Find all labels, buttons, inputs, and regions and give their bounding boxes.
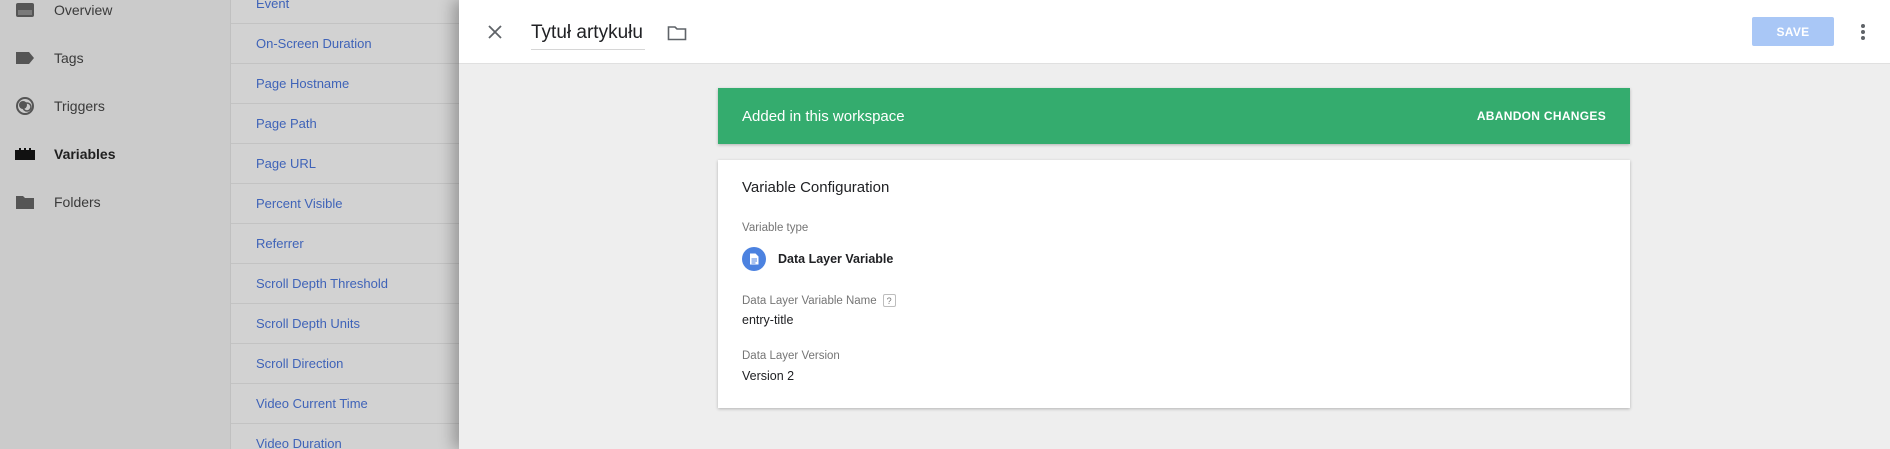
nav-item-triggers[interactable]: Triggers	[0, 82, 230, 130]
variables-list: Event On-Screen Duration Page Hostname P…	[230, 0, 460, 449]
variable-type-name: Data Layer Variable	[778, 252, 894, 266]
variable-editor-sheet: Tytuł artykułu SAVE Added in this worksp…	[459, 0, 1890, 449]
folder-icon	[14, 191, 36, 213]
data-layer-version-value: Version 2	[742, 369, 795, 383]
abandon-changes-button[interactable]: ABANDON CHANGES	[1477, 109, 1606, 123]
folder-button[interactable]	[665, 21, 689, 45]
list-item[interactable]: Scroll Depth Threshold	[231, 264, 460, 304]
trigger-icon	[14, 95, 36, 117]
variable-type-row: Data Layer Variable	[742, 247, 893, 271]
card-title: Variable Configuration	[742, 179, 890, 196]
nav-item-variables[interactable]: Variables	[0, 130, 230, 178]
nav-item-folders[interactable]: Folders	[0, 178, 230, 226]
banner-text: Added in this workspace	[742, 107, 905, 125]
title-field[interactable]: Tytuł artykułu	[531, 16, 645, 50]
list-item[interactable]: Scroll Depth Units	[231, 304, 460, 344]
list-item[interactable]: On-Screen Duration	[231, 24, 460, 64]
list-item[interactable]: Scroll Direction	[231, 344, 460, 384]
list-item[interactable]: Page URL	[231, 144, 460, 184]
list-item[interactable]: Video Duration	[231, 424, 460, 449]
list-item[interactable]: Page Path	[231, 104, 460, 144]
document-icon	[742, 247, 766, 271]
tag-icon	[14, 47, 36, 69]
nav-item-overview[interactable]: Overview	[0, 0, 230, 34]
folder-outline-icon	[667, 26, 687, 41]
list-item[interactable]: Video Current Time	[231, 384, 460, 424]
page-title: Tytuł artykułu	[531, 21, 643, 43]
nav-item-label: Triggers	[54, 98, 105, 114]
list-item[interactable]: Page Hostname	[231, 64, 460, 104]
more-vert-icon	[1861, 24, 1865, 40]
close-button[interactable]	[483, 20, 507, 44]
list-item[interactable]: Referrer	[231, 224, 460, 264]
nav-item-label: Variables	[54, 146, 116, 162]
nav-item-label: Tags	[54, 50, 84, 66]
variable-name-label: Data Layer Variable Name ?	[742, 294, 896, 307]
data-layer-version-label: Data Layer Version	[742, 350, 840, 362]
sheet-header: Tytuł artykułu SAVE	[459, 0, 1890, 64]
variable-name-value: entry-title	[742, 313, 794, 327]
variables-icon	[14, 143, 36, 165]
variable-configuration-card[interactable]: Variable Configuration Variable type Dat…	[718, 160, 1630, 408]
save-button[interactable]: SAVE	[1752, 17, 1834, 46]
left-navigation: Overview Tags Triggers Variables Folders	[0, 0, 230, 449]
list-item[interactable]: Event	[231, 0, 460, 24]
nav-item-label: Folders	[54, 194, 101, 210]
overview-icon	[14, 0, 36, 21]
more-options-button[interactable]	[1851, 20, 1875, 44]
nav-item-tags[interactable]: Tags	[0, 34, 230, 82]
help-icon[interactable]: ?	[882, 294, 896, 307]
variable-name-label-text: Data Layer Variable Name	[742, 294, 877, 307]
workspace-status-banner: Added in this workspace ABANDON CHANGES	[718, 88, 1630, 144]
list-item[interactable]: Percent Visible	[231, 184, 460, 224]
variable-type-label: Variable type	[742, 222, 809, 234]
nav-item-label: Overview	[54, 2, 113, 18]
close-icon	[488, 25, 502, 39]
